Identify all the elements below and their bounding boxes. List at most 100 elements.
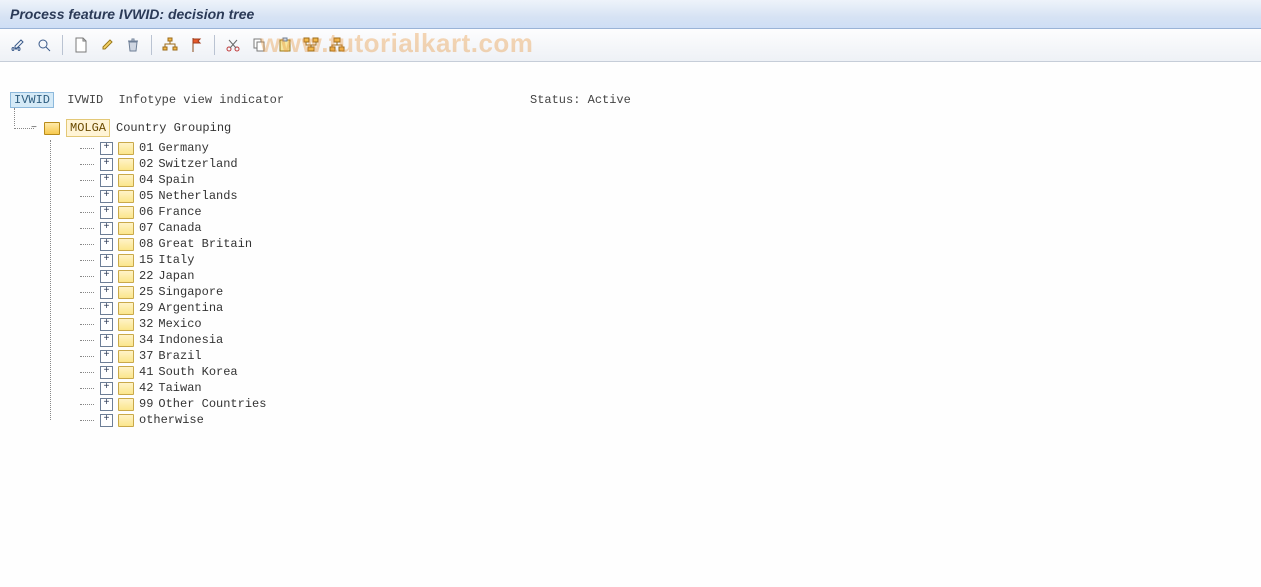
country-node[interactable]: +02Switzerland	[74, 156, 1251, 172]
paste-button[interactable]	[275, 35, 295, 55]
country-name: Mexico	[158, 316, 201, 332]
country-code: 32	[139, 316, 153, 332]
country-node[interactable]: +42 Taiwan	[74, 380, 1251, 396]
country-code: 34	[139, 332, 153, 348]
country-code: 25	[139, 284, 153, 300]
country-name: Canada	[158, 220, 201, 236]
expand-node-icon[interactable]: +	[100, 302, 113, 315]
trash-icon	[126, 37, 140, 53]
country-code: 41	[139, 364, 153, 380]
country-node[interactable]: +04Spain	[74, 172, 1251, 188]
folder-icon	[118, 398, 134, 411]
page-title: Process feature IVWID: decision tree	[10, 6, 254, 22]
check-button[interactable]	[34, 35, 54, 55]
country-node[interactable]: +06France	[74, 204, 1251, 220]
scissors-icon	[225, 37, 241, 53]
change-button[interactable]	[8, 35, 28, 55]
country-name: Netherlands	[158, 188, 237, 204]
create-button[interactable]	[71, 35, 91, 55]
expand-node-icon[interactable]: +	[100, 382, 113, 395]
status-value: Active	[588, 93, 631, 107]
pencil-icon	[99, 37, 115, 53]
folder-icon	[118, 238, 134, 251]
country-code: 07	[139, 220, 153, 236]
folder-icon	[118, 222, 134, 235]
country-node[interactable]: +08Great Britain	[74, 236, 1251, 252]
country-name: Italy	[158, 252, 194, 268]
folder-icon	[118, 414, 134, 427]
country-node[interactable]: +25Singapore	[74, 284, 1251, 300]
expand-node-icon[interactable]: +	[100, 318, 113, 331]
new-page-icon	[74, 37, 88, 53]
country-node[interactable]: +07 Canada	[74, 220, 1251, 236]
status-label: Status:	[530, 93, 580, 107]
expand-node-icon[interactable]: +	[100, 222, 113, 235]
country-node[interactable]: +32 Mexico	[74, 316, 1251, 332]
folder-icon	[118, 174, 134, 187]
expand-node-icon[interactable]: +	[100, 174, 113, 187]
molga-label: Country Grouping	[116, 120, 231, 136]
flag-icon	[190, 37, 202, 53]
country-code: 22	[139, 268, 153, 284]
copy-button[interactable]	[249, 35, 269, 55]
country-name: Taiwan	[158, 380, 201, 396]
country-name: otherwise	[139, 412, 204, 428]
expand-node-icon[interactable]: +	[100, 142, 113, 155]
expand-node-icon[interactable]: +	[100, 190, 113, 203]
country-node[interactable]: +22 Japan	[74, 268, 1251, 284]
toolbar-separator	[214, 35, 215, 55]
status: Status: Active	[530, 92, 631, 108]
expand-node-icon[interactable]: +	[100, 350, 113, 363]
expand-node-icon[interactable]: +	[100, 366, 113, 379]
expand-node-icon[interactable]: +	[100, 206, 113, 219]
country-name: Switzerland	[158, 156, 237, 172]
country-code: 15	[139, 252, 153, 268]
country-code: 42	[139, 380, 153, 396]
country-node[interactable]: + otherwise	[74, 412, 1251, 428]
toolbar	[0, 29, 1261, 62]
root-line: IVWID IVWID Infotype view indicator Stat…	[10, 92, 1251, 108]
hierarchy-button[interactable]	[160, 35, 180, 55]
country-name: Great Britain	[158, 236, 252, 252]
country-node[interactable]: +37 Brazil	[74, 348, 1251, 364]
country-code: 04	[139, 172, 153, 188]
toolbar-separator	[62, 35, 63, 55]
folder-icon	[118, 302, 134, 315]
expand-node-icon[interactable]: +	[100, 238, 113, 251]
expand-node-icon[interactable]: +	[100, 270, 113, 283]
expand-node-icon[interactable]: +	[100, 398, 113, 411]
country-node[interactable]: +99Other Countries	[74, 396, 1251, 412]
country-name: Brazil	[158, 348, 201, 364]
expand-node-icon[interactable]: +	[100, 158, 113, 171]
collapse-button[interactable]	[327, 35, 347, 55]
copy-icon	[251, 37, 267, 53]
country-name: Japan	[158, 268, 194, 284]
country-node[interactable]: +41South Korea	[74, 364, 1251, 380]
country-node[interactable]: +34 Indonesia	[74, 332, 1251, 348]
cut-button[interactable]	[223, 35, 243, 55]
molga-node[interactable]: MOLGA Country Grouping +01Germany+02Swit…	[22, 120, 1251, 428]
country-node[interactable]: +15 Italy	[74, 252, 1251, 268]
expand-node-icon[interactable]: +	[100, 414, 113, 427]
country-name: Indonesia	[158, 332, 223, 348]
expand-node-icon[interactable]: +	[100, 334, 113, 347]
edit-button[interactable]	[97, 35, 117, 55]
folder-icon	[118, 142, 134, 155]
country-node[interactable]: +01Germany	[74, 140, 1251, 156]
folder-icon	[118, 206, 134, 219]
country-node[interactable]: +29 Argentina	[74, 300, 1251, 316]
country-node[interactable]: +05 Netherlands	[74, 188, 1251, 204]
country-children: +01Germany+02Switzerland+04Spain+05Nethe…	[44, 140, 1251, 428]
country-code: 29	[139, 300, 153, 316]
expand-node-icon[interactable]: +	[100, 286, 113, 299]
expand-node-icon[interactable]: +	[100, 254, 113, 267]
country-name: Argentina	[158, 300, 223, 316]
country-code: 05	[139, 188, 153, 204]
delete-button[interactable]	[123, 35, 143, 55]
folder-icon	[118, 382, 134, 395]
country-code: 37	[139, 348, 153, 364]
feature-code[interactable]: IVWID	[10, 92, 54, 108]
country-code: 06	[139, 204, 153, 220]
expand-button[interactable]	[301, 35, 321, 55]
flag-button[interactable]	[186, 35, 206, 55]
